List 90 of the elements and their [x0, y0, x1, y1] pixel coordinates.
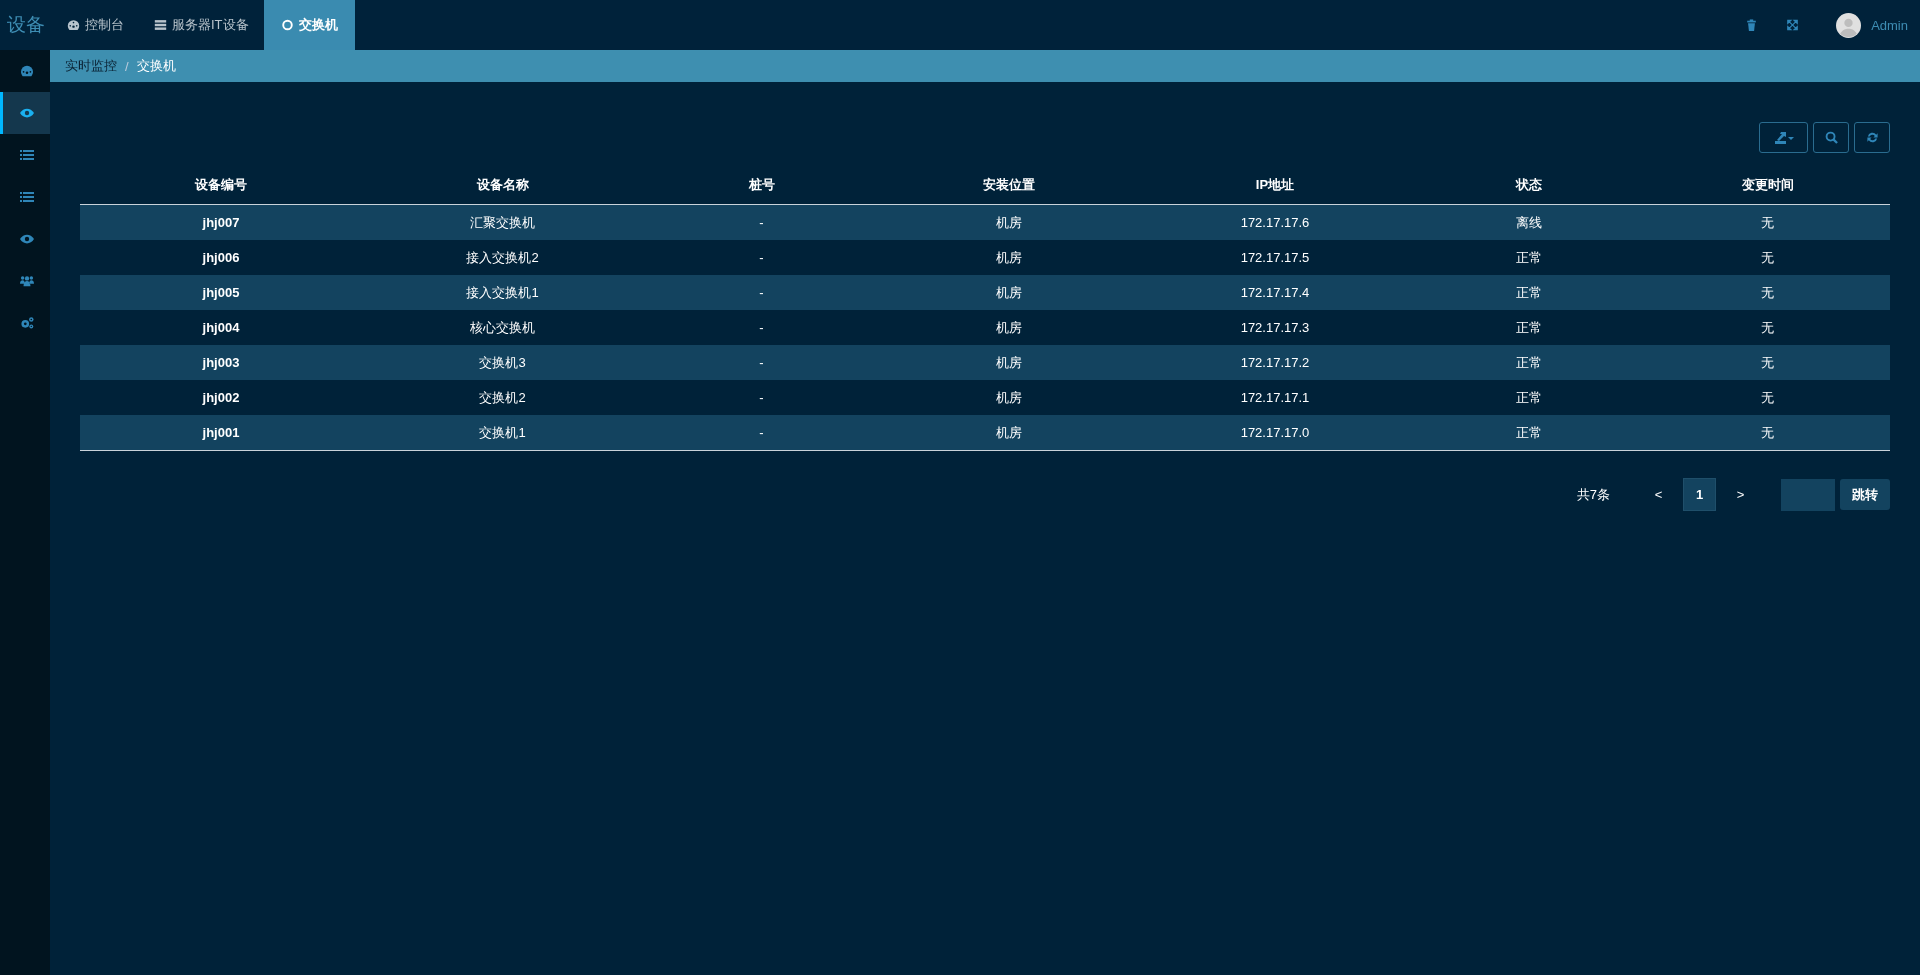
table-cell-text: 无	[1760, 248, 1775, 267]
table-cell-text: 正常	[1514, 423, 1543, 442]
gauge-icon	[67, 19, 80, 31]
table-cell-text: jhj002	[201, 390, 241, 405]
table-cell-text: 172.17.17.1	[1239, 390, 1311, 405]
table-cell-text: 172.17.17.5	[1239, 250, 1311, 265]
table-cell-text: 无	[1760, 283, 1775, 302]
table-cell-text: jhj004	[201, 320, 241, 335]
table-cell-text: jhj003	[201, 355, 241, 370]
table-cell-text: 接入交换机1	[465, 283, 540, 302]
fullscreen-icon[interactable]	[1787, 19, 1799, 31]
table-cell-text: 接入交换机2	[465, 248, 540, 267]
table-cell-text: 正常	[1514, 388, 1543, 407]
server-icon	[154, 19, 167, 31]
column-header: 设备编号	[194, 175, 248, 194]
table-cell-text: 正常	[1514, 248, 1543, 267]
users-icon	[19, 275, 34, 287]
table-cell-text: 无	[1760, 388, 1775, 407]
page-number-field[interactable]	[1781, 478, 1835, 511]
search-button[interactable]	[1813, 122, 1849, 153]
column-header: 变更时间	[1740, 175, 1795, 194]
table-cell-text: 离线	[1514, 213, 1543, 232]
user-name[interactable]: Admin	[1871, 17, 1908, 33]
table-cell-text: 机房	[995, 248, 1023, 267]
table-cell-text: 无	[1760, 213, 1775, 232]
app-title: 设备	[6, 13, 46, 37]
nav-tab[interactable]: 服务器IT设备	[139, 0, 264, 50]
list-icon	[19, 191, 34, 203]
circle-icon	[280, 19, 294, 31]
jump-button[interactable]: 跳转	[1840, 479, 1890, 510]
table-cell-text: 172.17.17.4	[1239, 285, 1311, 300]
table-cell-text: 机房	[995, 318, 1023, 337]
sidebar-item[interactable]	[0, 92, 50, 134]
prev-page-button[interactable]: <	[1642, 478, 1675, 511]
table-cell-text: -	[758, 250, 765, 265]
column-header: 状态	[1514, 175, 1543, 194]
table-cell-text: 交换机3	[478, 353, 527, 372]
table-cell-text: -	[758, 390, 765, 405]
table-cell-text: 172.17.17.2	[1239, 355, 1311, 370]
table-cell-text: 172.17.17.0	[1239, 425, 1311, 440]
table-cell-text: 172.17.17.6	[1239, 215, 1311, 230]
column-header: 设备名称	[475, 175, 530, 194]
gauge-icon	[19, 65, 34, 77]
column-header: 安装位置	[982, 175, 1036, 194]
gears-icon	[19, 317, 34, 329]
refresh-icon	[1865, 131, 1879, 144]
column-header: IP地址	[1254, 175, 1296, 194]
table-cell-text: jhj006	[201, 250, 241, 265]
table-cell-text: jhj007	[201, 215, 241, 230]
table-cell-text: 交换机1	[478, 423, 527, 442]
table-cell-text: 无	[1760, 353, 1775, 372]
eye-icon	[19, 233, 34, 245]
table-cell-text: -	[758, 215, 765, 230]
table-cell-text: 核心交换机	[469, 318, 536, 337]
trash-icon[interactable]	[1746, 19, 1758, 31]
total-count: 共7条	[1576, 485, 1610, 504]
nav-tab[interactable]: 交换机	[263, 0, 355, 50]
export-button[interactable]	[1759, 122, 1808, 153]
table-cell-text: 正常	[1514, 353, 1543, 372]
table-cell-text: 172.17.17.3	[1239, 320, 1311, 335]
refresh-button[interactable]	[1854, 122, 1890, 153]
next-page-button[interactable]: >	[1724, 478, 1757, 511]
table-cell-text: 机房	[995, 388, 1023, 407]
table-cell-text: 机房	[995, 283, 1023, 302]
table-cell-text: jhj001	[201, 425, 241, 440]
search-icon	[1824, 131, 1838, 144]
list-icon	[19, 149, 34, 161]
table-cell-text: -	[758, 355, 765, 370]
table-cell-text: 正常	[1514, 318, 1543, 337]
avatar-icon[interactable]	[1836, 12, 1862, 38]
export-icon	[1773, 131, 1794, 144]
table-cell-text: jhj005	[201, 285, 241, 300]
breadcrumb-item: 交换机	[136, 57, 176, 75]
breadcrumb-separator: /	[125, 58, 129, 74]
breadcrumb-item[interactable]: 实时监控	[65, 57, 117, 75]
table-cell-text: -	[758, 320, 765, 335]
page-button[interactable]: 1	[1683, 478, 1716, 511]
table-cell-text: 无	[1760, 423, 1775, 442]
eye-icon	[19, 107, 34, 119]
table-cell-text: 机房	[995, 353, 1023, 372]
table-cell-text: 无	[1760, 318, 1775, 337]
table-cell-text: 机房	[995, 213, 1023, 232]
table-cell-text: -	[758, 285, 765, 300]
column-header: 桩号	[747, 175, 776, 194]
table-cell-text: -	[758, 425, 765, 440]
table-cell-text: 正常	[1514, 283, 1543, 302]
table-cell-text: 机房	[995, 423, 1023, 442]
table-cell-text: 汇聚交换机	[469, 213, 536, 232]
table-cell-text: 交换机2	[478, 388, 527, 407]
nav-tab[interactable]: 控制台	[52, 0, 139, 50]
